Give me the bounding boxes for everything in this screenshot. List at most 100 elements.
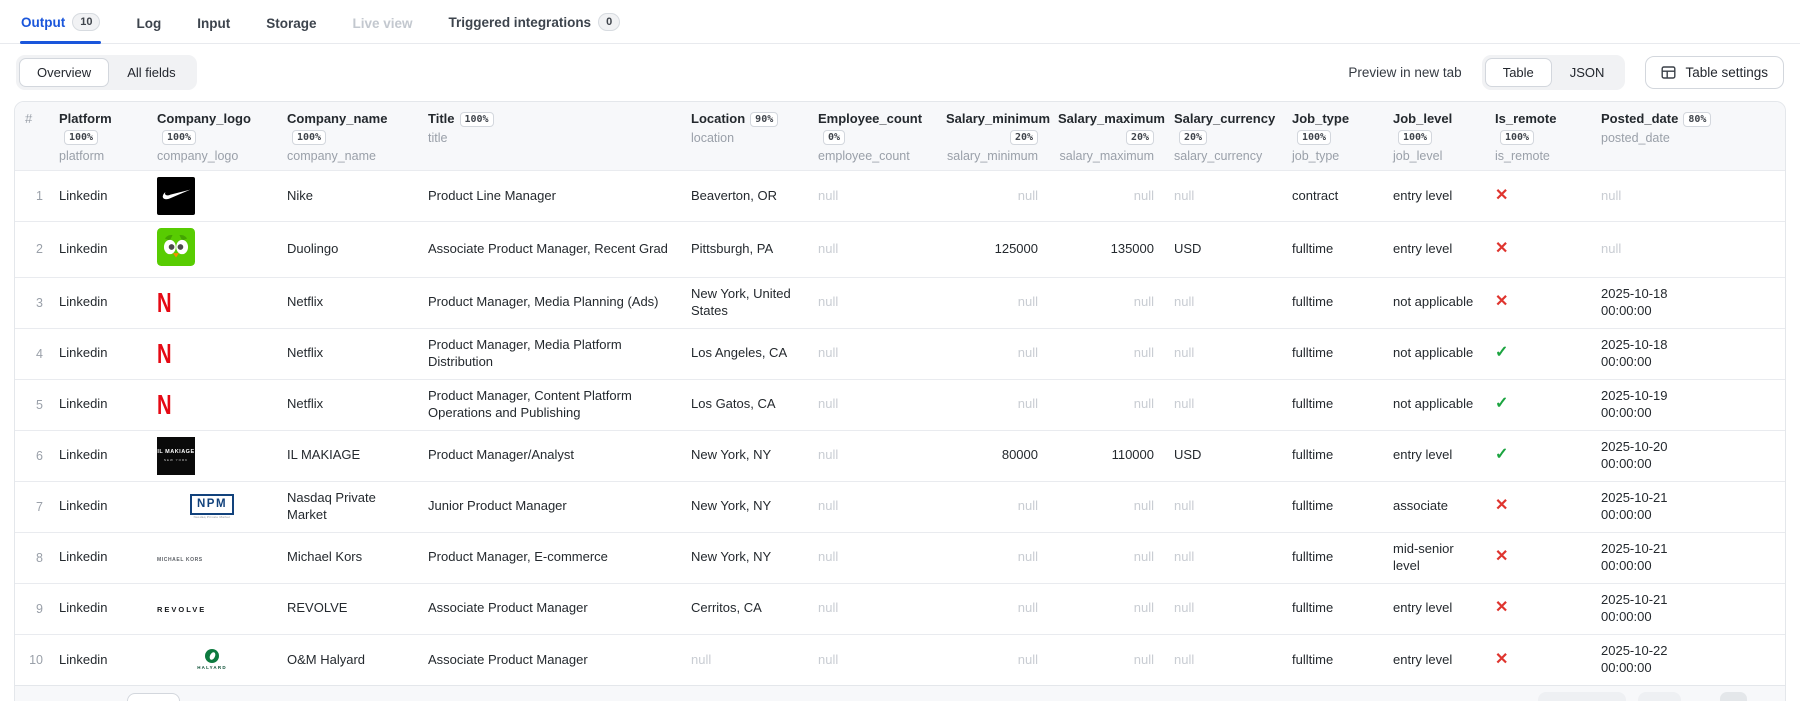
cell-salary-minimum: null — [1017, 294, 1038, 310]
table-grid-icon — [1661, 66, 1676, 79]
column-header-job_type[interactable]: Job_type100% job_type — [1282, 102, 1383, 171]
format-switch-table[interactable]: Table — [1484, 58, 1552, 87]
cell-platform: Linkedin — [59, 549, 108, 565]
cell-company-name: IL MAKIAGE — [287, 447, 361, 463]
cell-is-remote: ✕ — [1485, 171, 1591, 222]
check-icon: ✓ — [1495, 344, 1509, 362]
format-switch-json[interactable]: JSON — [1552, 58, 1623, 87]
table-row: 2 Linkedin Duolingo Associate Product Manag… — [15, 221, 1785, 278]
tab-log[interactable]: Log — [135, 3, 162, 43]
cell-is-remote: ✕ — [1485, 583, 1591, 634]
cell-company-name: Netflix — [287, 294, 324, 310]
cell-company-logo: MICHAEL KORS — [147, 532, 277, 583]
cell-location: Pittsburgh, PA — [691, 241, 774, 256]
tab-storage[interactable]: Storage — [265, 3, 317, 43]
column-header-location[interactable]: Location 90% location — [681, 102, 808, 171]
duolingo-logo — [157, 228, 195, 266]
cell-company-logo: N — [147, 379, 277, 430]
table-row: 9 Linkedin REVOLVE REVOLVE Associate Product… — [15, 583, 1785, 634]
preview-in-new-tab-link[interactable]: Preview in new tab — [1348, 65, 1461, 80]
column-header-company_name[interactable]: Company_name100% company_name — [277, 102, 418, 171]
il-makiage-logo: IL MAKIAGE NEW YORK — [157, 436, 195, 475]
cell-row-number: 9 — [36, 601, 43, 616]
table-settings-button[interactable]: Table settings — [1645, 56, 1784, 89]
cell-title: Product Manager/Analyst — [428, 447, 574, 463]
column-header-company_logo[interactable]: Company_logo100% company_logo — [147, 102, 277, 171]
tab-live-view: Live view — [352, 3, 414, 43]
column-header-platform[interactable]: Platform100% platform — [49, 102, 147, 171]
cell-row-number: 7 — [36, 499, 43, 514]
cell-company-name: Nasdaq Private Market — [287, 490, 376, 522]
cell-company-logo — [147, 171, 277, 222]
run-tabbar: Output 10 Log Input Storage Live view Tr… — [0, 0, 1800, 44]
tab-output-label: Output — [21, 14, 66, 30]
cell-salary-minimum: null — [1017, 600, 1038, 616]
column-header-is_remote[interactable]: Is_remote100% is_remote — [1485, 102, 1591, 171]
cell-location: Beaverton, OR — [691, 187, 777, 203]
check-icon: ✓ — [1495, 395, 1509, 413]
column-header-salary_currency[interactable]: Salary_currency20% salary_currency — [1164, 102, 1282, 171]
nasdaq-private-market-logo: NPM Nasdaq Private Market — [157, 493, 267, 520]
dataset-output-page: Output 10 Log Input Storage Live view Tr… — [0, 0, 1800, 701]
column-header-salary_maximum[interactable]: Salary_maximum20% salary_maximum — [1048, 102, 1165, 171]
current-page-button[interactable]: 1 — [1719, 692, 1747, 701]
column-header-title[interactable]: Title 100% title — [418, 102, 681, 171]
cell-employee-count: null — [818, 294, 839, 310]
fill-rate-badge: 100% — [292, 130, 327, 145]
cell-location: Los Angeles, CA — [691, 345, 788, 361]
tab-log-label: Log — [136, 16, 162, 31]
table-row: 3 Linkedin N Netflix Product Manager, Media … — [15, 277, 1785, 328]
cell-salary-maximum: null — [1133, 651, 1154, 667]
table-row: 5 Linkedin N Netflix Product Manager, Conten… — [15, 379, 1785, 430]
cell-job-level: not applicable — [1393, 294, 1474, 310]
cell-salary-minimum: null — [1017, 345, 1038, 361]
table-header: # Platform100% platform Company_logo100% com… — [15, 102, 1785, 171]
cell-title: Associate Product Manager — [428, 651, 588, 667]
tab-output[interactable]: Output 10 — [20, 0, 102, 44]
cell-salary-minimum: null — [1017, 396, 1038, 412]
cell-company-logo: HALYARD — [147, 634, 277, 685]
tab-storage-label: Storage — [266, 16, 317, 31]
cell-posted-date: 2025-10-21 00:00:00 — [1601, 541, 1668, 573]
go-to-page-input[interactable] — [1538, 692, 1626, 701]
items-per-page-select[interactable]: 50 — [127, 693, 180, 701]
cell-job-level: mid-senior level — [1393, 541, 1454, 573]
cell-salary-maximum: 135000 — [1110, 241, 1154, 256]
column-header-posted_date[interactable]: Posted_date 80% posted_date — [1591, 102, 1785, 171]
view-switch-overview[interactable]: Overview — [19, 58, 110, 87]
fill-rate-badge: 80% — [1683, 112, 1712, 127]
chevron-right-icon[interactable]: › — [1759, 696, 1773, 701]
cell-employee-count: null — [818, 241, 839, 256]
cell-row-number: 10 — [29, 653, 43, 668]
fill-rate-badge: 100% — [459, 112, 494, 127]
tab-triggered-integrations[interactable]: Triggered integrations 0 — [448, 0, 622, 43]
tab-input[interactable]: Input — [196, 3, 231, 43]
cell-platform: Linkedin — [59, 498, 108, 514]
go-button[interactable]: Go — [1638, 692, 1682, 701]
cell-row-number: 6 — [36, 448, 43, 463]
cell-company-logo — [147, 222, 277, 278]
cell-is-remote: ✕ — [1485, 222, 1591, 278]
cell-job-type: fulltime — [1292, 294, 1334, 310]
table-row: 10 Linkedin HALYARD O&M Halyard Associate Pr… — [15, 634, 1785, 685]
view-switch-all-fields[interactable]: All fields — [109, 58, 193, 87]
output-toolbar: Overview All fields Preview in new tab T… — [0, 44, 1800, 100]
cell-salary-maximum: null — [1133, 345, 1154, 361]
chevron-left-icon[interactable]: ‹ — [1693, 696, 1707, 701]
column-header-salary_minimum[interactable]: Salary_minimum20% salary_minimum — [936, 102, 1050, 171]
cell-job-type: fulltime — [1292, 600, 1334, 616]
pagination-bar: Items per page: 50 Go to page: Go ‹ 1 › — [15, 685, 1785, 701]
cell-location: Los Gatos, CA — [691, 396, 776, 412]
fill-rate-badge: 100% — [1297, 130, 1332, 145]
cell-title: Product Line Manager — [428, 187, 556, 203]
format-switch: Table JSON — [1481, 55, 1626, 90]
column-header-employee_count[interactable]: Employee_count0% employee_count — [808, 102, 936, 171]
cell-job-level: associate — [1393, 498, 1448, 514]
cell-job-level: entry level — [1393, 241, 1453, 256]
cell-job-type: fulltime — [1292, 549, 1334, 565]
cell-platform: Linkedin — [59, 651, 108, 667]
cell-row-number: 3 — [36, 295, 43, 310]
cell-posted-date: 2025-10-21 00:00:00 — [1601, 490, 1668, 522]
x-icon: ✕ — [1495, 293, 1509, 311]
column-header-job_level[interactable]: Job_level100% job_level — [1383, 102, 1485, 171]
